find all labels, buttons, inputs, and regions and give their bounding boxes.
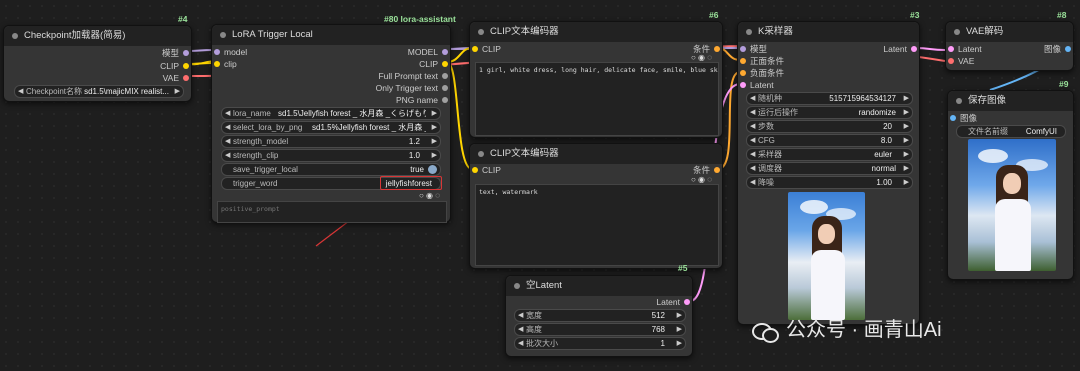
height-number[interactable]: ◀ 高度 768 ▶ — [514, 323, 686, 336]
node-id: #3 — [910, 10, 920, 20]
denoise-number[interactable]: ◀ 降噪 1.00 ▶ — [746, 176, 913, 189]
scheduler-combo[interactable]: ◀ 调度器 normal ▶ — [746, 162, 913, 175]
input-latent[interactable]: Latent — [738, 79, 774, 91]
node-status-icons: ○ ◉ ◌ — [690, 53, 712, 62]
input-vae[interactable]: VAE — [946, 55, 974, 67]
strength-clip-number[interactable]: ◀ strength_clip 1.0 ▶ — [221, 149, 441, 162]
lora-name-combo[interactable]: ◀ lora_name sd1.5\Jellyfish forest _ 水月森 _… — [221, 107, 441, 120]
batch-size-number[interactable]: ◀ 批次大小 1 ▶ — [514, 337, 686, 350]
input-clip[interactable]: clip — [212, 58, 237, 70]
input-clip[interactable]: CLIP — [470, 43, 501, 55]
node-id: #8 — [1057, 10, 1067, 20]
node-id: #6 — [709, 10, 719, 20]
clip-text-encode-positive-node[interactable]: CLIP文本编码器 CLIP 条件 ○ ◉ ◌ 1 girl, white dr… — [469, 21, 723, 138]
checkpoint-loader-node[interactable]: Checkpoint加载器(简易) 模型 CLIP VAE ◀ Checkpoin… — [3, 25, 192, 102]
output-model[interactable]: 模型 — [162, 47, 191, 59]
positive-prompt-textarea[interactable]: positive_prompt — [217, 201, 447, 223]
save-trigger-local-toggle[interactable]: save_trigger_local true — [221, 163, 441, 176]
node-id: #5 — [678, 263, 688, 273]
prompt-textarea[interactable]: text, watermark — [475, 184, 719, 266]
save-image-node[interactable]: 保存图像 图像 文件名前缀 ComfyUI — [947, 90, 1074, 280]
cfg-number[interactable]: ◀ CFG 8.0 ▶ — [746, 134, 913, 147]
ksampler-node[interactable]: K采样器 模型 正面条件 负面条件 Latent Latent ◀ 随机种 5157… — [737, 21, 920, 325]
node-id: #7 — [709, 137, 718, 147]
node-title: VAE解码 — [946, 22, 1073, 42]
watermark: 公众号 · 画青山Ai — [752, 318, 942, 343]
filename-prefix-field[interactable]: 文件名前缀 ComfyUI — [956, 125, 1066, 138]
input-model[interactable]: 模型 — [738, 43, 767, 55]
output-image[interactable]: 图像 — [1044, 43, 1073, 55]
output-latent[interactable]: Latent — [883, 43, 919, 55]
node-title: 保存图像 — [948, 91, 1073, 111]
output-clip[interactable]: CLIP — [160, 60, 191, 72]
node-id: #80 lora-assistant — [384, 14, 456, 24]
output-clip[interactable]: CLIP — [419, 58, 450, 70]
output-png-name[interactable]: PNG name — [396, 94, 450, 106]
input-positive[interactable]: 正面条件 — [738, 55, 784, 67]
node-title: 空Latent — [506, 276, 692, 296]
ckpt-name-combo[interactable]: ◀ Checkpoint名称 sd1.5\majicMIX realist... ▶ — [14, 85, 184, 98]
output-only-trigger[interactable]: Only Trigger text — [376, 82, 450, 94]
node-status-icons: ○ ◉ ◌ — [418, 191, 440, 200]
control-after-generate-combo[interactable]: ◀ 运行后操作 randomize ▶ — [746, 106, 913, 119]
output-latent[interactable]: Latent — [656, 296, 692, 308]
node-title: CLIP文本编码器 — [470, 22, 722, 42]
saved-image-preview — [968, 139, 1056, 271]
trigger-word-highlight — [380, 176, 442, 190]
sampler-combo[interactable]: ◀ 采样器 euler ▶ — [746, 148, 913, 161]
output-vae[interactable]: VAE — [163, 72, 191, 84]
steps-number[interactable]: ◀ 步数 20 ▶ — [746, 120, 913, 133]
input-model[interactable]: model — [212, 46, 247, 58]
strength-model-number[interactable]: ◀ strength_model 1.2 ▶ — [221, 135, 441, 148]
width-number[interactable]: ◀ 宽度 512 ▶ — [514, 309, 686, 322]
input-image[interactable]: 图像 — [948, 112, 977, 124]
node-id: #9 — [1059, 79, 1069, 89]
input-clip[interactable]: CLIP — [470, 164, 501, 176]
node-title: Checkpoint加载器(简易) — [4, 26, 191, 46]
input-negative[interactable]: 负面条件 — [738, 67, 784, 79]
lora-trigger-node[interactable]: LoRA Trigger Local model clip MODEL CLIP… — [211, 24, 451, 223]
wechat-icon — [752, 321, 779, 343]
node-id: #4 — [178, 14, 188, 24]
output-full-prompt[interactable]: Full Prompt text — [378, 70, 450, 82]
output-model[interactable]: MODEL — [408, 46, 450, 58]
clip-text-encode-negative-node[interactable]: CLIP文本编码器 CLIP 条件 ○ ◉ ◌ text, watermark — [469, 143, 723, 269]
vae-decode-node[interactable]: VAE解码 Latent VAE 图像 — [945, 21, 1074, 71]
toggle-knob — [428, 165, 437, 174]
prompt-textarea[interactable]: 1 girl, white dress, long hair, delicate… — [475, 62, 719, 136]
node-title: LoRA Trigger Local — [212, 25, 450, 45]
preview-image — [788, 192, 865, 320]
seed-number[interactable]: ◀ 随机种 515715964534127 ▶ — [746, 92, 913, 105]
empty-latent-node[interactable]: 空Latent Latent ◀ 宽度 512 ▶ ◀ 高度 768 ▶ ◀ 批次大小 1 ▶ — [505, 275, 693, 357]
node-title: CLIP文本编码器 — [470, 144, 722, 164]
node-status-icons: ○ ◉ ◌ — [690, 175, 712, 184]
input-latent[interactable]: Latent — [946, 43, 982, 55]
select-lora-by-png-combo[interactable]: ◀ select_lora_by_png sd1.5%Jellyfish fores… — [221, 121, 441, 134]
node-title: K采样器 — [738, 22, 919, 42]
